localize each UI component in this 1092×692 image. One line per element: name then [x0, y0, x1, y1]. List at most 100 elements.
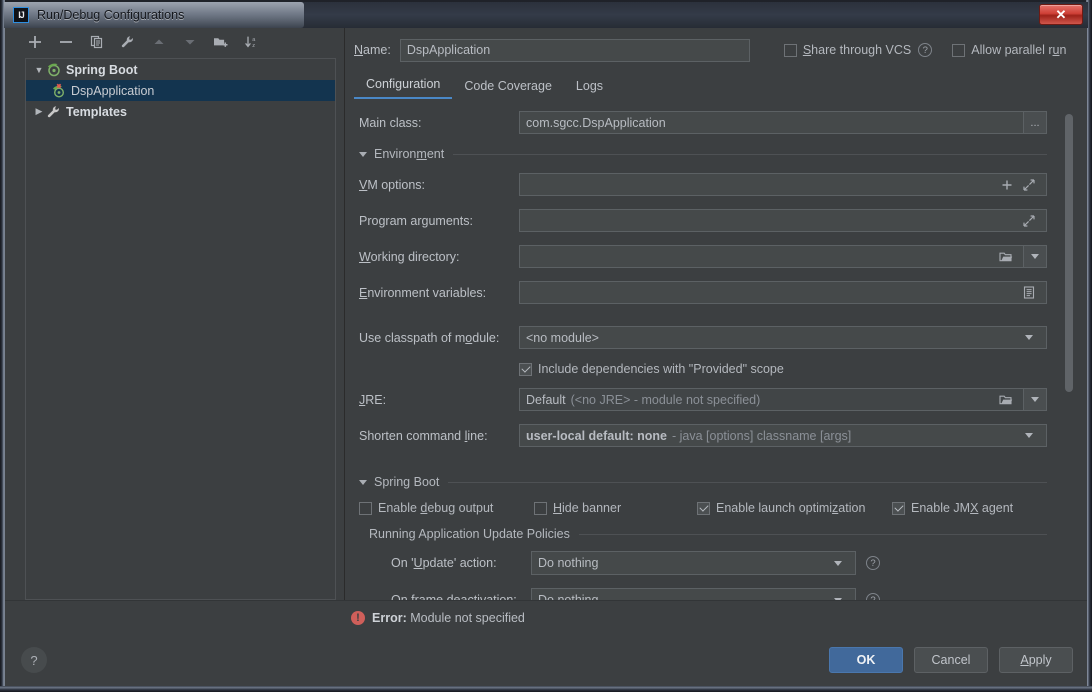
vm-options-label: VM options:: [359, 177, 426, 192]
jre-label: JRE:: [359, 392, 387, 407]
jre-value-hint: (<no JRE> - module not specified): [570, 392, 761, 407]
tree-item-templates[interactable]: ▶ Templates: [26, 101, 335, 122]
apply-button[interactable]: Apply: [999, 647, 1073, 673]
name-input[interactable]: [399, 38, 750, 62]
tree-item-label: Templates: [66, 104, 127, 119]
allow-parallel-run-checkbox[interactable]: Allow parallel run: [952, 43, 1066, 57]
vm-options-row: VM options:: [359, 173, 1047, 196]
configurations-panel: a z ▼ Spring Boot DspApplication ▶ Templ…: [5, 28, 345, 600]
insert-macro-icon[interactable]: [996, 174, 1018, 195]
cancel-button[interactable]: Cancel: [914, 647, 988, 673]
shorten-command-line-hint: - java [options] classname [args]: [672, 428, 852, 443]
checkbox-box[interactable]: [892, 501, 905, 515]
shorten-command-line-value: user-local default: none: [526, 428, 667, 443]
title-bar: IJ Run/Debug Configurations ✕: [4, 2, 1088, 28]
dialog-content: a z ▼ Spring Boot DspApplication ▶ Templ…: [5, 28, 1087, 600]
main-class-row: Main class: com.sgcc.DspApplication ...: [359, 111, 1047, 134]
vm-options-input[interactable]: [519, 173, 1047, 196]
edit-templates-wrench-icon[interactable]: [118, 32, 138, 52]
program-arguments-input[interactable]: [519, 209, 1047, 232]
tree-item-label: DspApplication: [71, 83, 155, 98]
chevron-down-icon[interactable]: [1018, 327, 1040, 348]
checkbox-box[interactable]: [697, 501, 710, 515]
configuration-editor-panel: Name: Share through VCS ? Allow parallel…: [345, 28, 1087, 600]
shorten-command-line-combobox[interactable]: user-local default: none - java [options…: [519, 424, 1047, 447]
allow-parallel-run-label: Allow parallel run: [971, 43, 1067, 57]
on-update-action-label: On 'Update' action:: [391, 556, 497, 570]
help-icon[interactable]: ?: [21, 647, 47, 673]
share-through-vcs-label: Share through VCS: [802, 43, 912, 57]
sort-alphabetically-icon[interactable]: a z: [242, 32, 262, 52]
main-class-input[interactable]: com.sgcc.DspApplication: [519, 111, 1024, 134]
tab-logs[interactable]: Logs: [564, 79, 615, 99]
ok-button[interactable]: OK: [829, 647, 903, 673]
form-scrollbar[interactable]: [1065, 105, 1073, 600]
error-message: Error: Module not specified: [372, 611, 525, 625]
collapse-toggle-icon[interactable]: [359, 151, 367, 157]
on-update-action-help-icon[interactable]: ?: [866, 556, 880, 570]
editor-tabs: Configuration Code Coverage Logs: [345, 72, 1087, 99]
on-frame-deactivation-help-icon[interactable]: ?: [866, 593, 880, 600]
collapse-arrow-icon[interactable]: ▶: [32, 106, 46, 117]
expand-editor-icon[interactable]: [1018, 210, 1040, 231]
tree-item-spring-boot[interactable]: ▼ Spring Boot: [26, 59, 335, 80]
spring-boot-checkbox-row: Enable debug output Hide banner Enable l…: [359, 501, 1047, 515]
error-detail: Module not specified: [410, 610, 525, 625]
configurations-tree[interactable]: ▼ Spring Boot DspApplication ▶ Templates: [25, 58, 336, 600]
tab-code-coverage[interactable]: Code Coverage: [452, 79, 564, 99]
enable-launch-optimization-checkbox[interactable]: Enable launch optimization: [697, 501, 892, 515]
on-frame-deactivation-combobox[interactable]: Do nothing: [531, 588, 856, 600]
browse-main-class-button[interactable]: ...: [1023, 111, 1047, 134]
checkbox-box[interactable]: [783, 43, 797, 57]
browse-folder-icon[interactable]: [995, 389, 1017, 410]
expand-editor-icon[interactable]: [1018, 174, 1040, 195]
scrollbar-thumb[interactable]: [1065, 114, 1073, 392]
jre-dropdown-button[interactable]: [1023, 388, 1047, 411]
enable-jmx-agent-checkbox[interactable]: Enable JMX agent: [892, 501, 1013, 515]
include-provided-checkbox[interactable]: Include dependencies with "Provided" sco…: [519, 362, 784, 376]
move-up-icon[interactable]: [149, 32, 169, 52]
environment-variables-label: Environment variables:: [359, 285, 487, 300]
working-directory-input[interactable]: [519, 245, 1024, 268]
browse-folder-icon[interactable]: [995, 246, 1017, 267]
collapse-toggle-icon[interactable]: [359, 479, 367, 485]
chevron-down-icon[interactable]: [827, 590, 849, 600]
add-icon[interactable]: [25, 32, 45, 52]
enable-debug-output-label: Enable debug output: [378, 501, 494, 515]
chevron-down-icon[interactable]: [1018, 425, 1040, 446]
on-update-action-combobox[interactable]: Do nothing: [531, 551, 856, 575]
window-border-bottom: [0, 686, 1092, 692]
share-through-vcs-checkbox[interactable]: Share through VCS: [783, 43, 912, 57]
environment-variables-input[interactable]: [519, 281, 1047, 304]
chevron-down-icon[interactable]: [827, 553, 849, 574]
checkbox-box[interactable]: [534, 501, 547, 515]
tree-item-dspapplication[interactable]: DspApplication: [26, 80, 335, 101]
expand-arrow-icon[interactable]: ▼: [32, 65, 46, 75]
chevron-down-icon: [1031, 254, 1039, 259]
copy-icon[interactable]: [87, 32, 107, 52]
working-directory-dropdown-button[interactable]: [1023, 245, 1047, 268]
enable-debug-output-checkbox[interactable]: Enable debug output: [359, 501, 534, 515]
move-down-icon[interactable]: [180, 32, 200, 52]
include-provided-row: Include dependencies with "Provided" sco…: [519, 362, 1047, 376]
checkbox-box[interactable]: [519, 362, 532, 376]
new-folder-icon[interactable]: [211, 32, 231, 52]
hide-banner-label: Hide banner: [553, 501, 622, 515]
working-directory-label: Working directory:: [359, 249, 460, 264]
jre-combobox[interactable]: Default (<no JRE> - module not specified…: [519, 388, 1024, 411]
hide-banner-checkbox[interactable]: Hide banner: [534, 501, 697, 515]
use-classpath-combobox[interactable]: <no module>: [519, 326, 1047, 349]
error-prefix: Error:: [372, 610, 407, 625]
tab-configuration[interactable]: Configuration: [354, 77, 453, 99]
include-provided-label: Include dependencies with "Provided" sco…: [538, 362, 784, 376]
edit-variables-list-icon[interactable]: [1018, 282, 1040, 303]
environment-section-header: Environment: [359, 147, 1047, 161]
main-class-label: Main class:: [359, 115, 422, 130]
share-help-icon[interactable]: ?: [918, 43, 933, 57]
section-divider: [578, 533, 1047, 535]
checkbox-box[interactable]: [359, 501, 372, 515]
remove-icon[interactable]: [56, 32, 76, 52]
close-icon[interactable]: ✕: [1039, 4, 1083, 25]
section-divider: [453, 153, 1047, 155]
checkbox-box[interactable]: [952, 43, 966, 57]
